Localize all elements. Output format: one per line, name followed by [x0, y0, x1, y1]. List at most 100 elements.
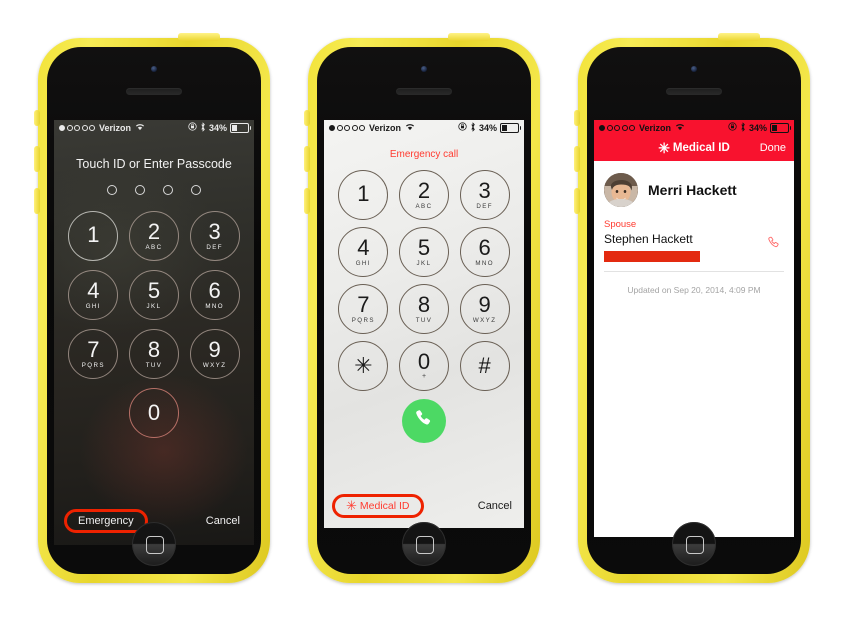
- medical-star-icon: ✳: [346, 498, 357, 513]
- volume-up-button[interactable]: [304, 146, 310, 172]
- key-number: 3: [478, 177, 491, 203]
- emergency-dialer-view: Verizon 34% Emergency call 1 2 ABC 3 DEF…: [324, 120, 524, 528]
- medical-id-view: Verizon 34% ✳ Medical ID Done Merri Hack…: [594, 120, 794, 537]
- lockscreen-wallpaper: Verizon 34% Touch ID or Enter Passcode 1…: [54, 120, 254, 545]
- keypad-key-8[interactable]: 8 TUV: [398, 284, 449, 334]
- redacted-phone-number: [604, 251, 700, 262]
- key-letters: PQRS: [81, 361, 105, 369]
- key-number: 6: [478, 234, 491, 260]
- ring-switch[interactable]: [34, 110, 40, 126]
- keypad-key-5[interactable]: 5 JKL: [128, 270, 179, 320]
- keypad-key-hash[interactable]: #: [459, 341, 510, 391]
- keypad-key-4[interactable]: 4 GHI: [338, 227, 389, 277]
- key-number: 2: [147, 218, 161, 244]
- key-letters: JKL: [146, 302, 162, 310]
- key-number: 1: [357, 181, 370, 206]
- keypad-key-4[interactable]: 4 GHI: [68, 270, 119, 320]
- home-square-icon: [416, 536, 434, 554]
- keypad-key-8[interactable]: 8 TUV: [128, 329, 179, 379]
- updated-timestamp: Updated on Sep 20, 2014, 4:09 PM: [627, 285, 761, 295]
- key-number: 2: [417, 177, 431, 203]
- home-button[interactable]: [672, 522, 716, 566]
- contact-name-value: Stephen Hackett: [604, 232, 693, 246]
- status-bar: Verizon 34%: [324, 120, 524, 135]
- power-button[interactable]: [178, 33, 220, 41]
- keypad-key-7[interactable]: 7 PQRS: [338, 284, 389, 334]
- keypad-key-6[interactable]: 6 MNO: [459, 227, 510, 277]
- keypad-key-3[interactable]: 3 DEF: [189, 211, 240, 261]
- keypad-key-star[interactable]: ✳: [338, 341, 389, 391]
- emergency-button[interactable]: Emergency: [64, 509, 148, 533]
- cancel-button[interactable]: Cancel: [478, 500, 512, 512]
- keypad-key-1[interactable]: 1: [68, 211, 119, 261]
- key-letters: WXYZ: [472, 316, 497, 324]
- call-icon: [412, 407, 436, 436]
- medical-id-label: Medical ID: [359, 500, 410, 512]
- call-button[interactable]: [402, 399, 446, 443]
- keypad-key-9[interactable]: 9 WXYZ: [189, 329, 240, 379]
- key-letters: JKL: [416, 259, 432, 267]
- home-button[interactable]: [402, 522, 446, 566]
- volume-down-button[interactable]: [574, 188, 580, 214]
- key-letters: PQRS: [351, 316, 375, 324]
- home-button[interactable]: [132, 522, 176, 566]
- rotation-lock-icon: [728, 122, 737, 133]
- passcode-keypad: 1 2 ABC 3 DEF 4 GHI 5 JKL 6 MNO 7 PQRS 8…: [63, 211, 245, 438]
- volume-down-button[interactable]: [304, 188, 310, 214]
- ring-switch[interactable]: [574, 110, 580, 126]
- key-number: 3: [208, 218, 221, 244]
- signal-strength-icon: [59, 124, 95, 131]
- cancel-button[interactable]: Cancel: [206, 515, 240, 527]
- screenshot-stage: Verizon 34% Touch ID or Enter Passcode 1…: [0, 0, 860, 628]
- home-square-icon: [686, 536, 704, 554]
- key-number: 7: [87, 336, 100, 362]
- status-bar-right: 34%: [458, 121, 521, 134]
- keypad-key-5[interactable]: 5 JKL: [398, 227, 449, 277]
- ring-switch[interactable]: [304, 110, 310, 126]
- key-number: 4: [87, 277, 100, 303]
- volume-down-button[interactable]: [34, 188, 40, 214]
- screen-lockscreen: Verizon 34% Touch ID or Enter Passcode 1…: [54, 120, 254, 545]
- keypad-key-0[interactable]: 0 +: [398, 341, 449, 391]
- passcode-pips: [54, 185, 254, 195]
- keypad-key-6[interactable]: 6 MNO: [189, 270, 240, 320]
- volume-up-button[interactable]: [34, 146, 40, 172]
- emergency-contact-field: Spouse Stephen Hackett: [594, 207, 794, 262]
- battery-icon: [230, 122, 251, 133]
- carrier-label: Verizon: [99, 122, 132, 133]
- status-bar-right: 34%: [728, 121, 791, 134]
- wifi-icon: [405, 123, 415, 133]
- key-letters: TUV: [145, 361, 163, 369]
- key-number: 5: [417, 234, 431, 260]
- home-square-icon: [146, 536, 164, 554]
- power-button[interactable]: [718, 33, 760, 41]
- call-contact-button[interactable]: [766, 235, 782, 251]
- person-header: Merri Hackett: [594, 161, 794, 207]
- keypad-key-2[interactable]: 2 ABC: [398, 170, 449, 220]
- keypad-key-9[interactable]: 9 WXYZ: [459, 284, 510, 334]
- keypad-key-1[interactable]: 1: [338, 170, 389, 220]
- earpiece-speaker: [666, 88, 722, 95]
- keypad-key-2[interactable]: 2 ABC: [128, 211, 179, 261]
- screen-medical-id: Verizon 34% ✳ Medical ID Done Merri Hack…: [594, 120, 794, 537]
- emergency-call-label: Emergency call: [389, 149, 459, 160]
- keypad-key-3[interactable]: 3 DEF: [459, 170, 510, 220]
- battery-icon: [770, 122, 791, 133]
- status-bar-right: 34%: [188, 121, 251, 134]
- medical-id-navbar: ✳ Medical ID Done: [594, 135, 794, 161]
- navbar-title-label: Medical ID: [672, 142, 730, 154]
- bluetooth-icon: [200, 121, 206, 134]
- key-number: 9: [478, 291, 491, 317]
- earpiece-speaker: [396, 88, 452, 95]
- volume-up-button[interactable]: [574, 146, 580, 172]
- lockscreen-title: Touch ID or Enter Passcode: [76, 157, 232, 171]
- medical-id-button[interactable]: ✳ Medical ID: [332, 494, 424, 518]
- key-number: 1: [87, 222, 100, 247]
- key-number: 8: [417, 291, 431, 317]
- keypad-zero-slot: 0: [128, 388, 179, 438]
- power-button[interactable]: [448, 33, 490, 41]
- keypad-key-7[interactable]: 7 PQRS: [68, 329, 119, 379]
- done-button[interactable]: Done: [760, 142, 786, 154]
- keypad-key-0[interactable]: 0: [128, 388, 179, 438]
- key-number: 9: [208, 336, 221, 362]
